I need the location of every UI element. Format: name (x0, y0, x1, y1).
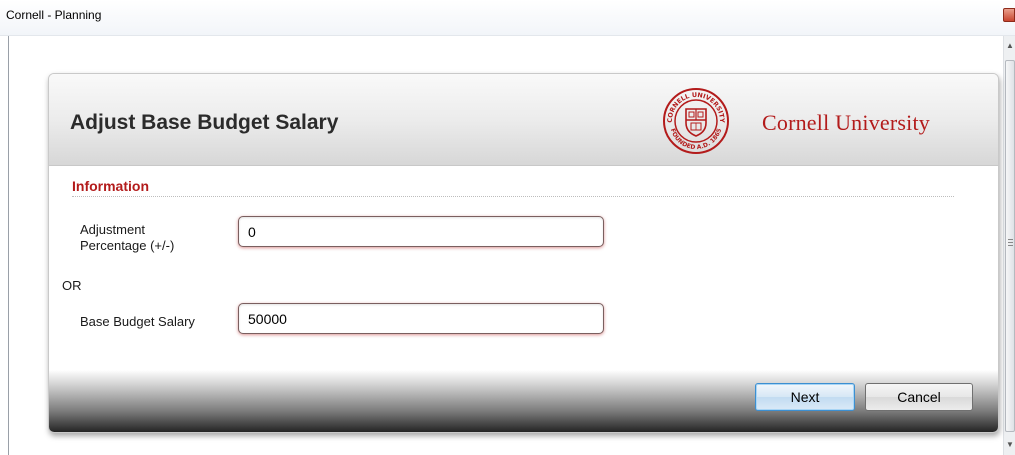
scrollbar-thumb[interactable] (1005, 60, 1015, 432)
base-budget-salary-input[interactable] (238, 303, 604, 334)
next-button[interactable]: Next (755, 383, 855, 411)
grip-icon (1008, 239, 1013, 246)
dialog-header: Adjust Base Budget Salary CORNELL UNIVER… (49, 74, 998, 166)
cornell-university-wordmark: Cornell University (762, 110, 930, 135)
cancel-button[interactable]: Cancel (865, 383, 973, 411)
adjustment-percentage-input[interactable] (238, 216, 604, 247)
scroll-up-arrow-icon[interactable]: ▲ (1004, 40, 1015, 52)
scroll-down-arrow-icon[interactable]: ▼ (1004, 439, 1015, 451)
section-divider (72, 196, 954, 197)
adjustment-percentage-label: Adjustment Percentage (+/-) (80, 222, 175, 253)
base-budget-salary-label: Base Budget Salary (80, 314, 195, 329)
information-section-heading: Information (72, 178, 149, 194)
cornell-seal-logo-icon: CORNELL UNIVERSITY FOUNDED A.D. 1865 (663, 88, 729, 154)
or-separator-text: OR (62, 278, 82, 293)
window-close-button[interactable] (1003, 8, 1015, 22)
window-left-frame (8, 36, 9, 455)
dialog-footer: Next Cancel (49, 370, 998, 432)
adjust-salary-dialog: Adjust Base Budget Salary CORNELL UNIVER… (48, 73, 999, 433)
window-titlebar: Cornell - Planning (0, 0, 1015, 36)
vertical-scrollbar[interactable]: ▲ ▼ (1003, 36, 1015, 455)
dialog-title: Adjust Base Budget Salary (70, 111, 339, 134)
window-title: Cornell - Planning (6, 8, 102, 22)
